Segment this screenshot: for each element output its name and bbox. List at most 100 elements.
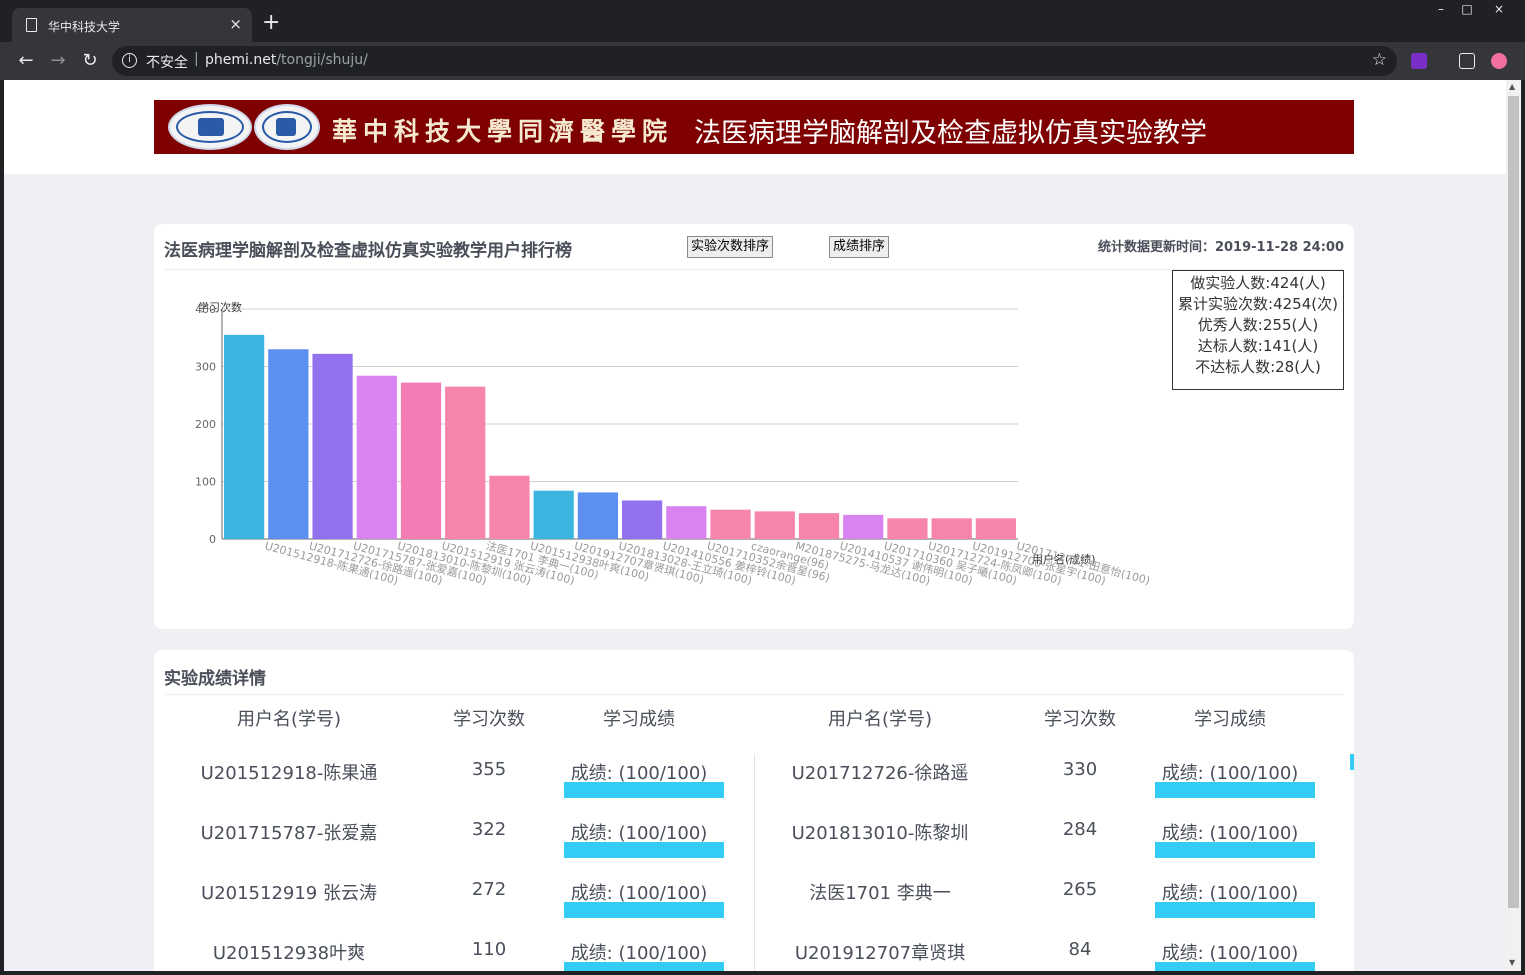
browser-tab[interactable]: 华中科技大学 × <box>12 8 252 42</box>
scroll-down-icon[interactable]: ▼ <box>1509 958 1515 967</box>
stats-box: 做实验人数:424(人) 累计实验次数:4254(次) 优秀人数:255(人) … <box>1172 270 1344 390</box>
score-bar <box>564 962 724 971</box>
page-viewport: 華中科技大學同濟醫學院 法医病理学脑解剖及检查虚拟仿真实验教学 法医病理学脑解剖… <box>4 80 1506 971</box>
url-path: /tongji/shuju/ <box>276 52 368 68</box>
not-secure-label: 不安全 <box>146 55 188 71</box>
y-tick-label: 300 <box>195 361 216 374</box>
bar-15[interactable] <box>887 518 928 539</box>
separator: | <box>194 51 199 67</box>
table-scroll-indicator[interactable] <box>1350 754 1354 770</box>
bar-5[interactable] <box>445 386 486 539</box>
sort-by-count-button[interactable]: 实验次数排序 <box>687 236 774 258</box>
bar-9[interactable] <box>622 500 663 539</box>
column-divider <box>754 754 755 971</box>
subject-title: 法医病理学脑解剖及检查虚拟仿真实验教学 <box>694 118 1207 149</box>
bar-11[interactable] <box>710 509 751 539</box>
study-count: 84 <box>1068 939 1092 960</box>
browser-toolbar: ← → ↻ i 不安全 | phemi.net/tongji/shuju/ ☆ <box>0 42 1525 80</box>
header-username-right: 用户名(学号) <box>827 709 933 730</box>
stat-excellent: 优秀人数:255(人) <box>1197 316 1319 334</box>
stat-passed: 达标人数:141(人) <box>1197 337 1319 355</box>
ranking-title: 法医病理学脑解剖及检查虚拟仿真实验教学用户排行榜 <box>164 241 572 261</box>
bar-0[interactable] <box>224 334 265 539</box>
back-arrow-icon[interactable]: ← <box>15 50 37 72</box>
bar-10[interactable] <box>666 506 707 539</box>
bar-2[interactable] <box>312 353 353 539</box>
study-count: 330 <box>1062 759 1098 780</box>
tab-title: 华中科技大学 <box>48 20 121 34</box>
bookmark-star-icon[interactable]: ☆ <box>1372 50 1387 70</box>
close-tab-icon[interactable]: × <box>229 15 242 33</box>
study-count: 284 <box>1062 819 1098 840</box>
maximize-button[interactable]: □ <box>1452 0 1482 20</box>
score-bar <box>1155 962 1315 971</box>
stat-participants: 做实验人数:424(人) <box>1190 274 1326 292</box>
study-count: 355 <box>471 759 507 780</box>
page-scrollbar[interactable]: ▲ ▼ <box>1506 80 1521 971</box>
bar-4[interactable] <box>400 382 442 539</box>
user-name: U201512938叶爽 <box>212 943 366 964</box>
bar-13[interactable] <box>798 513 840 539</box>
user-name: U201715787-张爱嘉 <box>200 823 378 844</box>
extension-glasses-icon[interactable] <box>1459 53 1475 69</box>
url-host: phemi.net <box>205 52 277 68</box>
update-time: 统计数据更新时间：2019-11-28 24:00 <box>1097 240 1344 255</box>
info-icon[interactable]: i <box>122 53 137 68</box>
browser-window: 华中科技大学 × + – □ × ← → ↻ i 不安全 | phemi.net… <box>0 0 1525 975</box>
header-score-left: 学习成绩 <box>603 709 675 730</box>
score-bar <box>1155 842 1315 858</box>
y-tick-label: 200 <box>195 418 216 431</box>
sort-by-score-button[interactable]: 成绩排序 <box>829 236 890 258</box>
profile-avatar-icon[interactable] <box>1491 53 1507 69</box>
bar-3[interactable] <box>356 375 397 539</box>
site-header: 華中科技大學同濟醫學院 法医病理学脑解剖及检查虚拟仿真实验教学 <box>4 80 1506 174</box>
score-bar <box>564 782 724 798</box>
page-icon <box>26 18 37 32</box>
scroll-up-icon[interactable]: ▲ <box>1509 82 1515 91</box>
score-bar <box>564 902 724 918</box>
bar-14[interactable] <box>843 514 884 539</box>
score-bar <box>564 842 724 858</box>
header-count-right: 学习次数 <box>1044 709 1116 730</box>
y-tick-label: 0 <box>209 533 216 546</box>
study-count: 110 <box>471 939 507 960</box>
study-count: 322 <box>471 819 507 840</box>
header-username-left: 用户名(学号) <box>236 709 342 730</box>
ranking-bar-chart: 学习次数 用户名(成绩) 0100200300400 U201512918-陈果… <box>195 300 1152 588</box>
close-window-button[interactable]: × <box>1484 0 1514 20</box>
new-tab-button[interactable]: + <box>262 12 280 34</box>
address-bar[interactable]: i 不安全 | phemi.net/tongji/shuju/ ☆ <box>112 46 1397 76</box>
bar-8[interactable] <box>577 492 618 539</box>
site-banner: 華中科技大學同濟醫學院 法医病理学脑解剖及检查虚拟仿真实验教学 <box>154 100 1354 154</box>
extension-rp-icon[interactable] <box>1411 53 1427 69</box>
study-count: 272 <box>471 879 507 900</box>
y-tick-label: 400 <box>195 303 216 316</box>
user-name: 法医1701 李典一 <box>809 883 951 904</box>
forward-arrow-icon[interactable]: → <box>47 50 69 72</box>
bar-12[interactable] <box>754 511 795 539</box>
stat-failed: 不达标人数:28(人) <box>1195 358 1321 376</box>
bar-17[interactable] <box>975 518 1016 539</box>
url-text: phemi.net/tongji/shuju/ <box>205 52 368 68</box>
bar-6[interactable] <box>489 475 530 539</box>
user-name: U201512918-陈果通 <box>200 763 378 784</box>
bar-1[interactable] <box>268 349 309 539</box>
scrollbar-thumb[interactable] <box>1508 96 1519 908</box>
tongji-logo <box>254 104 320 150</box>
user-name: U201512919 张云涛 <box>201 883 377 904</box>
reload-icon[interactable]: ↻ <box>79 50 101 72</box>
ranking-card: 法医病理学脑解剖及检查虚拟仿真实验教学用户排行榜 实验次数排序 成绩排序 统计数… <box>154 224 1354 629</box>
score-bar <box>1155 782 1315 798</box>
school-name: 華中科技大學同濟醫學院 <box>332 117 674 146</box>
score-bar <box>1155 902 1315 918</box>
details-title: 实验成绩详情 <box>164 669 266 689</box>
tab-strip: 华中科技大学 × + – □ × <box>0 0 1525 42</box>
hust-logo <box>168 104 252 150</box>
bar-16[interactable] <box>931 518 972 539</box>
y-tick-label: 100 <box>195 476 216 489</box>
user-name: U201712726-徐路遥 <box>791 763 969 784</box>
bar-7[interactable] <box>533 490 574 539</box>
divider <box>164 694 1344 695</box>
user-name: U201813010-陈黎圳 <box>791 823 969 844</box>
header-count-left: 学习次数 <box>453 709 525 730</box>
